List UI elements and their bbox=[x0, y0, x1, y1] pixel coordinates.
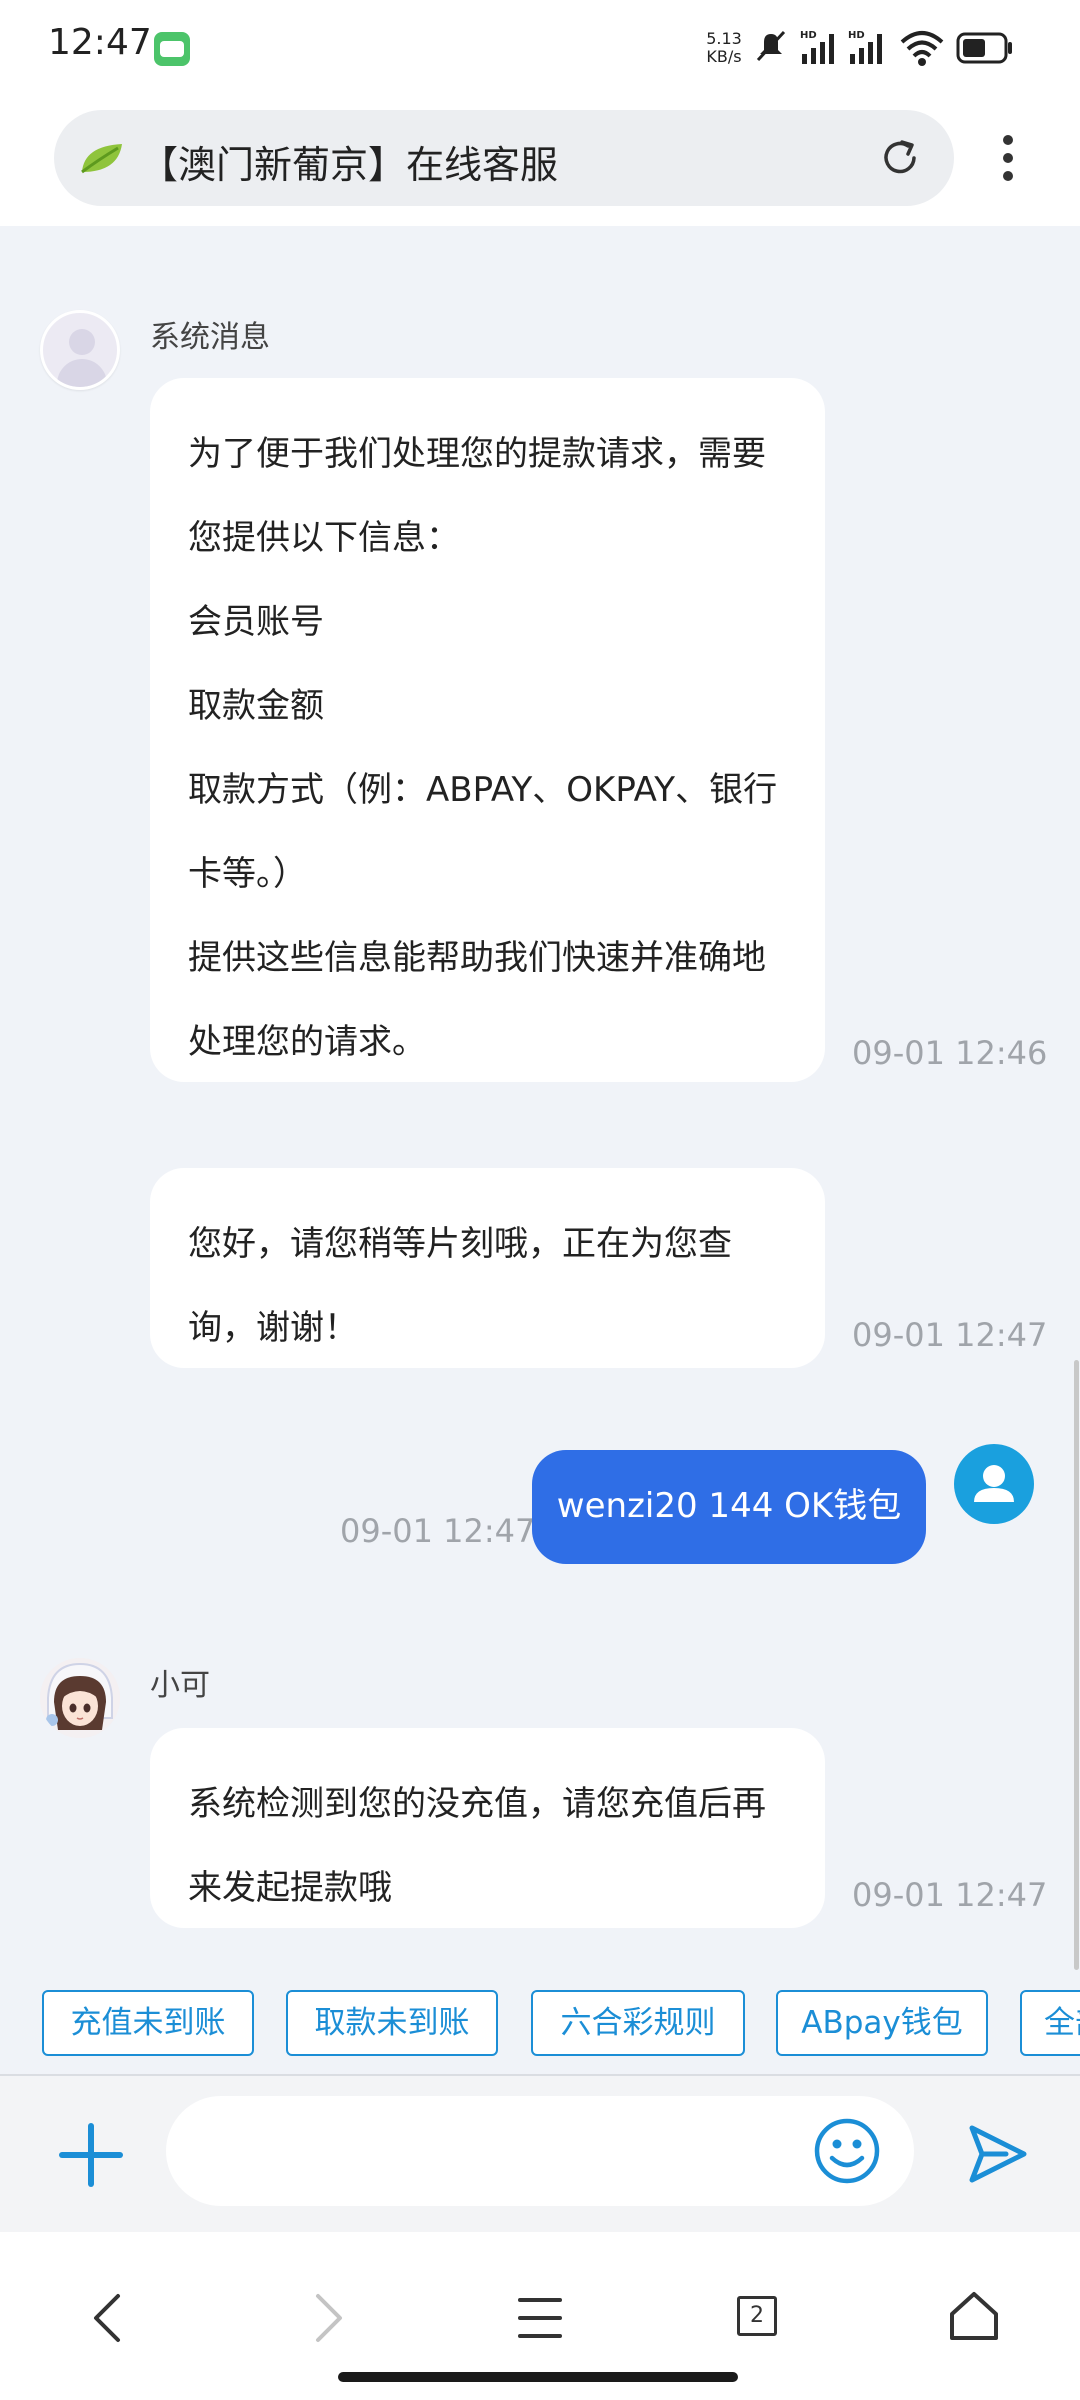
sender-name: 系统消息 bbox=[150, 320, 270, 355]
signal-hd-icon: HD bbox=[848, 30, 882, 64]
agent-avatar bbox=[40, 1658, 120, 1738]
message-timestamp: 09-01 12:46 bbox=[852, 1034, 1048, 1072]
signal-hd-icon: HD bbox=[800, 30, 834, 64]
back-icon[interactable] bbox=[88, 2292, 128, 2344]
sender-name: 小可 bbox=[150, 1668, 210, 1703]
svg-text:HD: HD bbox=[848, 30, 865, 41]
message-bubble: 为了便于我们处理您的提款请求，需要 您提供以下信息： 会员账号 取款金额 取款方… bbox=[150, 378, 825, 1082]
user-avatar bbox=[954, 1444, 1034, 1524]
message-line: 您提供以下信息： bbox=[188, 518, 460, 558]
agent-avatar-image bbox=[40, 1658, 120, 1738]
home-icon[interactable] bbox=[948, 2290, 1000, 2342]
forward-icon[interactable] bbox=[308, 2292, 348, 2344]
message-line: 来发起提款哦 bbox=[188, 1868, 392, 1908]
message-line: 取款金额 bbox=[188, 686, 324, 726]
svg-text:HD: HD bbox=[800, 30, 817, 41]
send-icon[interactable] bbox=[966, 2122, 1030, 2186]
page-title: 【澳门新葡京】在线客服 bbox=[140, 143, 559, 187]
quick-reply-chip[interactable]: 六合彩规则 bbox=[531, 1990, 745, 2056]
chat-message-list[interactable]: 系统消息 为了便于我们处理您的提款请求，需要 您提供以下信息： 会员账号 取款金… bbox=[0, 226, 1080, 1970]
outgoing-message-bubble: wenzi20 144 OK钱包 bbox=[532, 1450, 926, 1564]
network-speed-unit: KB/s bbox=[706, 47, 742, 66]
home-indicator[interactable] bbox=[338, 2372, 738, 2382]
quick-reply-chip[interactable]: ABpay钱包 bbox=[776, 1990, 988, 2056]
scrollbar-thumb[interactable] bbox=[1074, 1360, 1079, 1970]
system-avatar bbox=[40, 310, 120, 390]
wifi-icon bbox=[900, 31, 944, 66]
message-line: 取款方式（例：ABPAY、OKPAY、银行 bbox=[188, 770, 778, 810]
message-line: 询，谢谢！ bbox=[188, 1308, 358, 1348]
message-line: 会员账号 bbox=[188, 602, 324, 642]
user-icon bbox=[974, 1465, 1014, 1502]
status-bar: 12:47 5.13 KB/s HD HD bbox=[0, 0, 1080, 100]
more-menu-icon[interactable] bbox=[994, 130, 1022, 190]
message-timestamp: 09-01 12:47 bbox=[852, 1876, 1048, 1914]
menu-icon[interactable] bbox=[516, 2296, 564, 2340]
quick-reply-chip[interactable]: 取款未到账 bbox=[286, 1990, 498, 2056]
message-line: 卡等。） bbox=[188, 854, 307, 894]
quick-reply-bar[interactable]: 充值未到账 取款未到账 六合彩规则 ABpay钱包 全部 bbox=[0, 1970, 1080, 2074]
status-time: 12:47 bbox=[48, 22, 152, 63]
browser-address-bar: 【澳门新葡京】在线客服 bbox=[0, 100, 1080, 226]
add-icon[interactable] bbox=[56, 2120, 126, 2190]
message-bubble: 您好，请您稍等片刻哦，正在为您查 询，谢谢！ bbox=[150, 1168, 825, 1368]
message-input[interactable] bbox=[166, 2096, 914, 2206]
emoji-icon[interactable] bbox=[812, 2116, 882, 2186]
message-line: 提供这些信息能帮助我们快速并准确地 bbox=[188, 938, 766, 978]
message-timestamp: 09-01 12:47 bbox=[852, 1316, 1048, 1354]
refresh-icon[interactable] bbox=[878, 136, 922, 180]
message-bubble: 系统检测到您的没充值，请您充值后再 来发起提款哦 bbox=[150, 1728, 825, 1928]
message-line: 为了便于我们处理您的提款请求，需要 bbox=[188, 434, 766, 474]
tabs-button[interactable]: 2 bbox=[737, 2296, 777, 2336]
message-line: 系统检测到您的没充值，请您充值后再 bbox=[188, 1784, 766, 1824]
app-notification-icon bbox=[154, 32, 190, 66]
message-line: 处理您的请求。 bbox=[188, 1022, 426, 1062]
network-speed-value: 5.13 bbox=[706, 29, 742, 48]
mute-icon bbox=[756, 30, 786, 62]
battery-icon bbox=[956, 32, 1012, 64]
message-line: 您好，请您稍等片刻哦，正在为您查 bbox=[188, 1224, 732, 1264]
network-speed: 5.13 KB/s bbox=[700, 30, 748, 66]
address-pill[interactable]: 【澳门新葡京】在线客服 bbox=[54, 110, 954, 206]
message-timestamp: 09-01 12:47 bbox=[340, 1512, 536, 1550]
leaf-logo-icon bbox=[81, 144, 122, 174]
chat-input-bar bbox=[0, 2076, 1080, 2232]
quick-reply-chip[interactable]: 全部 bbox=[1020, 1990, 1080, 2056]
quick-reply-chip[interactable]: 充值未到账 bbox=[42, 1990, 254, 2056]
